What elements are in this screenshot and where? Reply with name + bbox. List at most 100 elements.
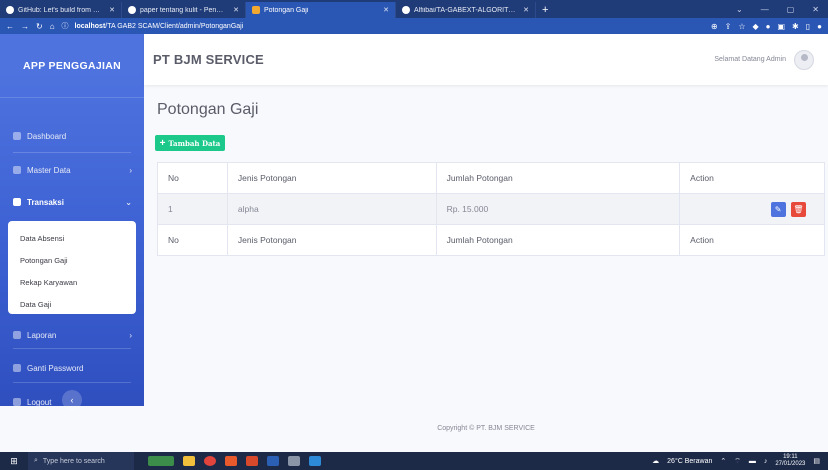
google-icon (128, 6, 136, 14)
sidebar-brand[interactable]: APP PENGGAJIAN (0, 34, 144, 98)
forward-icon[interactable]: → (21, 22, 29, 31)
weather-text[interactable]: 26°C Berawan (667, 458, 712, 465)
cell-jenis-potongan: alpha (226, 193, 437, 225)
address-bar: ← → ↻ ⌂ ⓘ localhost/TA GAB2 SCAM/Client/… (0, 18, 828, 34)
browser-tab-google[interactable]: paper tentang kulit - Penelusuran ✕ (122, 2, 246, 18)
edit-button[interactable]: ✎ (770, 201, 786, 217)
column-header-jenis-potongan[interactable]: Jenis Potongan (226, 162, 437, 194)
edit-icon: ✎ (774, 204, 782, 214)
sidebar-item-dashboard[interactable]: Dashboard (0, 126, 144, 146)
sidebar-item-ganti-password[interactable]: Ganti Password (0, 358, 144, 378)
system-tray: ☁ 26°C Berawan ⌃ ⌔ ▬ ♪ 19:11 27/01/2023 … (652, 454, 828, 468)
github-icon (6, 6, 14, 14)
app-icon[interactable] (288, 456, 300, 466)
back-icon[interactable]: ← (6, 22, 14, 31)
taskbar: ⊞ ⌕ Type here to search ☁ 26°C Berawan ⌃… (0, 452, 828, 470)
news-widget-icon[interactable] (148, 456, 174, 466)
footer-jenis-potongan: Jenis Potongan (226, 224, 437, 256)
weather-icon: ☁ (652, 458, 660, 465)
profile-icon[interactable]: ● (817, 22, 822, 31)
cell-no: 1 (157, 193, 228, 225)
battery-icon[interactable]: ▬ (749, 458, 756, 465)
footer-jumlah-potongan: Jumlah Potongan (435, 224, 681, 256)
close-icon[interactable]: ✕ (227, 6, 239, 14)
sidebar-divider (13, 152, 131, 153)
table-footer-row: No Jenis Potongan Jumlah Potongan Action (157, 224, 825, 256)
extension-icon[interactable]: ▣ (777, 22, 785, 31)
windows-start-icon[interactable]: ⊞ (0, 456, 28, 467)
sidebar-item-laporan[interactable]: Laporan › (0, 325, 144, 345)
window-controls: ⌄ — ▢ ✕ (727, 0, 828, 18)
github-icon (402, 6, 410, 14)
sidebar-divider (13, 382, 131, 383)
sidebar-toggle-button[interactable]: ‹ (62, 390, 82, 410)
deduction-table: No Jenis Potongan Jumlah Potongan Action… (157, 162, 825, 256)
clock[interactable]: 19:11 27/01/2023 (775, 454, 805, 468)
chevron-right-icon: › (129, 330, 132, 340)
reload-icon[interactable]: ↻ (36, 22, 43, 31)
add-data-button[interactable]: + Tambah Data (155, 135, 225, 151)
taskbar-search[interactable]: ⌕ Type here to search (28, 452, 134, 470)
extensions-area: ⊕ ⇪ ☆ ◆ ● ▣ ✱ ▯ ● (711, 22, 822, 31)
volume-icon[interactable]: ♪ (764, 458, 768, 465)
column-header-jumlah-potongan[interactable]: Jumlah Potongan (435, 162, 681, 194)
submenu-item-rekap-karyawan[interactable]: Rekap Karyawan (8, 271, 136, 293)
company-name: PT BJM SERVICE (153, 52, 264, 67)
sidepanel-icon[interactable]: ▯ (806, 22, 810, 31)
taskbar-apps (148, 456, 321, 466)
chevron-left-icon: ‹ (70, 395, 74, 405)
search-icon: ⌕ (34, 457, 38, 464)
delete-button[interactable]: 🗑 (791, 201, 806, 217)
close-icon[interactable]: ✕ (103, 6, 115, 14)
close-window-icon[interactable]: ✕ (803, 5, 828, 14)
database-icon (13, 166, 21, 174)
minimize-icon[interactable]: — (752, 5, 778, 14)
chevron-down-icon[interactable]: ⌄ (727, 5, 752, 14)
star-icon[interactable]: ☆ (738, 22, 745, 31)
word-icon[interactable] (267, 456, 279, 466)
extension-icon[interactable]: ● (766, 22, 771, 31)
share-icon[interactable]: ⇪ (725, 22, 732, 31)
browser-tab-github-repo[interactable]: Alfiibai/TA-GABEXT-ALGORITEAM ✕ (396, 2, 536, 18)
page-footer: Copyright © PT. BJM SERVICE (437, 425, 535, 432)
cell-actions: ✎ 🗑 (679, 193, 825, 225)
submenu-item-data-absensi[interactable]: Data Absensi (8, 227, 136, 249)
vscode-icon[interactable] (309, 456, 321, 466)
submenu-item-data-gaji[interactable]: Data Gaji (8, 293, 136, 315)
cell-jumlah-potongan: Rp. 15.000 (435, 193, 681, 225)
home-icon[interactable]: ⌂ (50, 22, 55, 31)
sidebar: APP PENGGAJIAN Dashboard Master Data › T… (0, 34, 144, 410)
welcome-text[interactable]: Selamat Datang Admin (714, 56, 786, 63)
app-icon[interactable] (246, 456, 258, 466)
browser-tab-github[interactable]: GitHub: Let's build from here · Gi ✕ (0, 2, 122, 18)
browser-tab-bar: GitHub: Let's build from here · Gi ✕ pap… (0, 0, 828, 18)
column-header-no[interactable]: No (157, 162, 228, 194)
app-icon[interactable] (225, 456, 237, 466)
trash-icon: 🗑 (793, 204, 804, 214)
chevron-up-icon[interactable]: ⌃ (720, 457, 726, 465)
sidebar-item-master-data[interactable]: Master Data › (0, 160, 144, 180)
info-icon[interactable]: ⓘ (62, 21, 69, 31)
zoom-icon[interactable]: ⊕ (711, 22, 718, 31)
file-explorer-icon[interactable] (183, 456, 195, 466)
browser-tab-potongan-gaji[interactable]: Potongan Gaji ✕ (246, 2, 396, 18)
topbar: PT BJM SERVICE Selamat Datang Admin (144, 34, 828, 85)
report-icon (13, 331, 21, 339)
column-header-action: Action (679, 162, 825, 194)
extension-icon[interactable]: ◆ (752, 22, 758, 31)
close-icon[interactable]: ✕ (377, 6, 389, 14)
plus-icon: + (159, 137, 166, 149)
chrome-icon[interactable] (204, 456, 216, 466)
footer-action: Action (679, 224, 825, 256)
new-tab-button[interactable]: + (536, 2, 554, 18)
sidebar-item-transaksi[interactable]: Transaksi ⌄ (0, 192, 144, 212)
notification-icon[interactable]: ▤ (813, 457, 820, 465)
avatar[interactable] (794, 49, 814, 70)
maximize-icon[interactable]: ▢ (778, 5, 804, 14)
url-field[interactable]: localhost/TA GAB2 SCAM/Client/admin/Poto… (75, 23, 244, 30)
close-icon[interactable]: ✕ (517, 6, 529, 14)
submenu-item-potongan-gaji[interactable]: Potongan Gaji (8, 249, 136, 271)
network-icon[interactable]: ⌔ (734, 457, 741, 466)
puzzle-icon[interactable]: ✱ (792, 22, 799, 31)
table-row: 1 alpha Rp. 15.000 ✎ 🗑 (157, 193, 825, 225)
